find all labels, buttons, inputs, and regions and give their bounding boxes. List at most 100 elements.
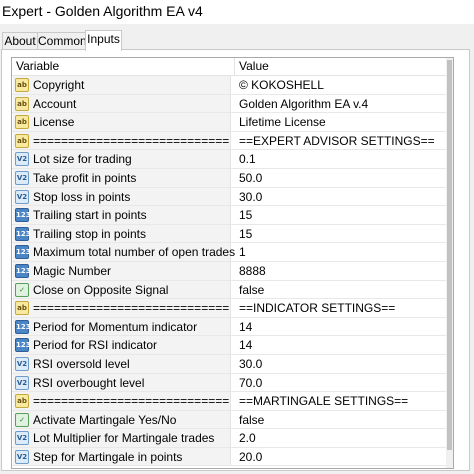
- value-cell[interactable]: 2.0: [239, 429, 256, 447]
- table-row[interactable]: 123 Period for RSI indicator 14: [12, 336, 453, 355]
- table-row[interactable]: ✓ Close on Opposite Signal false: [12, 280, 453, 300]
- variable-label: Magic Number: [33, 263, 112, 278]
- value-cell[interactable]: 20.0: [239, 448, 262, 466]
- table-row[interactable]: ab Account Golden Algorithm EA v.4: [12, 94, 453, 114]
- variable-cell: 123 Trailing start in points: [13, 206, 231, 224]
- value-cell[interactable]: 70.0: [239, 374, 262, 392]
- table-row[interactable]: V2 Lot size for trading 0.1: [12, 150, 453, 169]
- table-row[interactable]: 123 Trailing start in points 15: [12, 206, 453, 225]
- value-cell[interactable]: © KOKOSHELL: [239, 76, 324, 94]
- variable-cell: V2 Stop loss in points: [13, 187, 231, 206]
- title-bar: Expert - Golden Algorithm EA v4: [0, 0, 474, 24]
- value-cell[interactable]: ==INDICATOR SETTINGS==: [239, 299, 395, 317]
- variable-cell: ab ============================: [13, 131, 231, 150]
- variable-label: RSI overbought level: [33, 375, 145, 390]
- inputs-panel: Variable Value ab Copyright © KOKOSHELL ab A…: [1, 49, 470, 471]
- table-row[interactable]: ab License Lifetime License: [12, 113, 453, 132]
- table-row[interactable]: ✓ Activate Martingale Yes/No false: [12, 410, 453, 430]
- variable-cell: 123 Magic Number: [13, 261, 231, 280]
- variable-cell: 123 Trailing stop in points: [13, 224, 231, 243]
- value-cell[interactable]: false: [239, 411, 264, 429]
- string-type-icon: ab: [15, 301, 29, 316]
- variable-cell: V2 RSI overbought level: [13, 373, 231, 392]
- tab-common[interactable]: Common: [37, 32, 87, 50]
- vertical-scrollbar[interactable]: [446, 58, 453, 468]
- table-row[interactable]: ab ============================ ==MARTINGA…: [12, 392, 453, 411]
- table-row[interactable]: V2 Lot Multiplier for Martingale trades 2.…: [12, 429, 453, 448]
- table-row[interactable]: V2 Take profit in points 50.0: [12, 168, 453, 188]
- string-type-icon: ab: [15, 115, 29, 130]
- variable-cell: 123 Period for RSI indicator: [13, 336, 231, 354]
- variable-label: Lot size for trading: [33, 152, 132, 167]
- table-body: ab Copyright © KOKOSHELL ab Account Golden Al…: [12, 76, 453, 467]
- value-cell[interactable]: Lifetime License: [239, 113, 326, 131]
- variable-label: Lot Multiplier for Martingale trades: [33, 431, 215, 446]
- variable-cell: ab ============================: [13, 299, 231, 317]
- value-cell[interactable]: 0.1: [239, 150, 256, 168]
- value-cell[interactable]: 30.0: [239, 188, 262, 206]
- table-row[interactable]: ab ============================ ==EXPERT A…: [12, 131, 453, 151]
- table-header: Variable Value: [12, 58, 453, 76]
- value-cell[interactable]: ==EXPERT ADVISOR SETTINGS==: [239, 132, 435, 150]
- variable-label: Trailing start in points: [33, 208, 147, 223]
- variable-label: Period for RSI indicator: [33, 338, 158, 353]
- table-row[interactable]: V2 Step for Martingale in points 20.0: [12, 447, 453, 467]
- integer-type-icon: 123: [15, 263, 31, 278]
- variable-label: RSI oversold level: [33, 356, 130, 371]
- variable-cell: V2 Take profit in points: [13, 168, 231, 187]
- value-cell[interactable]: 30.0: [239, 355, 262, 373]
- integer-type-icon: 123: [15, 208, 31, 223]
- table-row[interactable]: 123 Period for Momentum indicator 14: [12, 317, 453, 337]
- string-type-icon: ab: [15, 96, 29, 111]
- double-type-icon: V2: [15, 431, 29, 446]
- integer-type-icon: 123: [15, 338, 31, 353]
- variable-label: Period for Momentum indicator: [33, 319, 198, 334]
- variable-label: ============================: [33, 133, 230, 148]
- table-row[interactable]: ab Copyright © KOKOSHELL: [12, 76, 453, 95]
- double-type-icon: V2: [15, 449, 29, 464]
- variable-label: ============================: [33, 394, 230, 409]
- variable-cell: V2 Step for Martingale in points: [13, 447, 231, 466]
- string-type-icon: ab: [15, 133, 29, 148]
- table-row[interactable]: V2 RSI oversold level 30.0: [12, 354, 453, 374]
- double-type-icon: V2: [15, 375, 29, 390]
- scrollbar-thumb[interactable]: [447, 60, 452, 450]
- header-value[interactable]: Value: [239, 58, 269, 75]
- double-type-icon: V2: [15, 152, 29, 167]
- value-cell[interactable]: 8888: [239, 262, 266, 280]
- table-row[interactable]: ab ============================ ==INDICATO…: [12, 299, 453, 318]
- integer-type-icon: 123: [15, 245, 31, 260]
- tab-about[interactable]: About: [2, 32, 38, 50]
- value-cell[interactable]: ==MARTINGALE SETTINGS==: [239, 392, 408, 410]
- double-type-icon: V2: [15, 356, 29, 371]
- variable-label: Step for Martingale in points: [33, 449, 183, 464]
- table-row[interactable]: 123 Trailing stop in points 15: [12, 224, 453, 244]
- value-cell[interactable]: 14: [239, 318, 252, 336]
- variable-label: Copyright: [33, 78, 85, 92]
- value-cell[interactable]: false: [239, 281, 264, 299]
- value-cell[interactable]: 14: [239, 336, 252, 354]
- value-cell[interactable]: 15: [239, 225, 252, 243]
- variable-cell: V2 Lot size for trading: [13, 150, 231, 168]
- value-cell[interactable]: 1: [239, 243, 246, 261]
- tab-inputs[interactable]: Inputs: [85, 30, 122, 51]
- value-cell[interactable]: 15: [239, 206, 252, 224]
- variable-label: License: [33, 115, 75, 130]
- variable-label: Close on Opposite Signal: [33, 282, 169, 297]
- variable-cell: ab Copyright: [13, 76, 231, 94]
- variable-cell: V2 Lot Multiplier for Martingale trades: [13, 429, 231, 447]
- table-row[interactable]: 123 Maximum total number of open trades 1: [12, 243, 453, 262]
- variable-label: ============================: [33, 301, 230, 316]
- value-cell[interactable]: 50.0: [239, 169, 262, 187]
- value-cell[interactable]: Golden Algorithm EA v.4: [239, 95, 368, 113]
- variable-label: Account: [33, 96, 77, 111]
- table-row[interactable]: 123 Magic Number 8888: [12, 261, 453, 281]
- integer-type-icon: 123: [15, 319, 31, 334]
- table-row[interactable]: V2 Stop loss in points 30.0: [12, 187, 453, 207]
- variable-cell: ab Account: [13, 94, 231, 113]
- table-row[interactable]: V2 RSI overbought level 70.0: [12, 373, 453, 393]
- variable-label: Take profit in points: [33, 170, 137, 185]
- window-title: Expert - Golden Algorithm EA v4: [2, 3, 203, 19]
- double-type-icon: V2: [15, 189, 29, 204]
- header-variable[interactable]: Variable: [16, 58, 235, 75]
